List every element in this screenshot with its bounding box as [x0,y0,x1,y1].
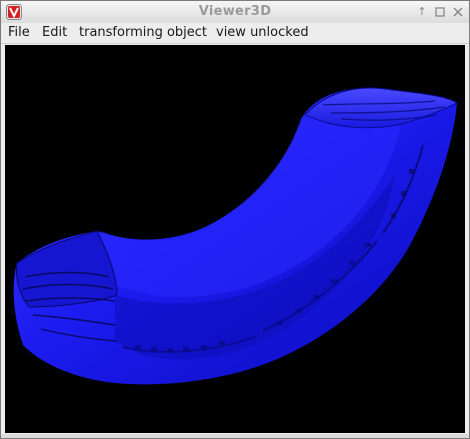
menu-transforming-object[interactable]: transforming object [79,25,207,40]
close-icon[interactable] [451,5,465,19]
menu-file[interactable]: File [8,25,30,40]
menu-edit[interactable]: Edit [42,25,67,40]
3d-viewport[interactable] [5,45,465,433]
window-title: Viewer3D [198,4,272,19]
maximize-icon[interactable] [433,5,447,19]
viewer3d-window: Viewer3D ↑ File Edit transforming object… [0,0,470,439]
window-bottom-border [1,434,469,438]
menu-bar: File Edit transforming object view unloc… [1,23,469,44]
pin-icon[interactable]: ↑ [415,5,429,19]
title-bar[interactable]: Viewer3D ↑ [1,1,469,24]
menu-view-unlocked[interactable]: view unlocked [216,25,309,40]
tire-model[interactable] [5,45,465,433]
